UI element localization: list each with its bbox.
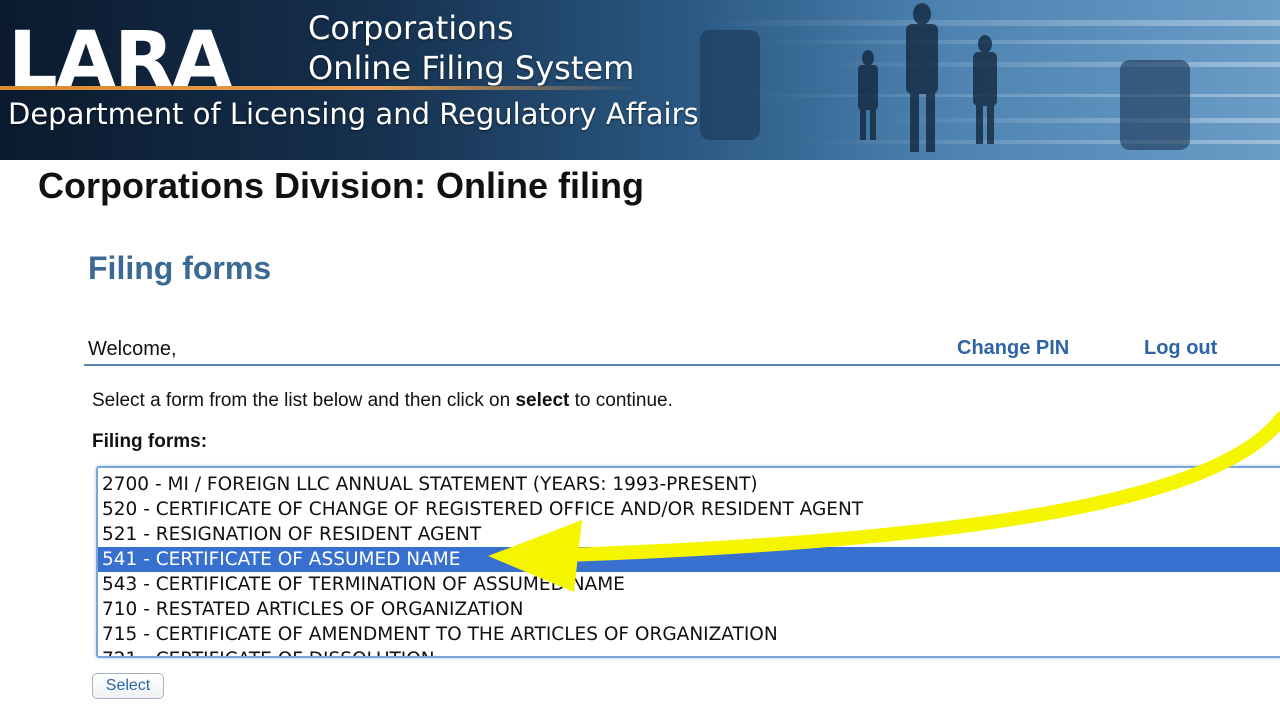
section-title: Filing forms: [88, 250, 272, 286]
select-button[interactable]: Select: [92, 673, 164, 699]
instructions-bold: select: [515, 390, 570, 411]
banner-title-line2: Online Filing System: [308, 49, 635, 87]
listbox-options: 2700 - MI / FOREIGN LLC ANNUAL STATEMENT…: [98, 472, 1280, 656]
form-option[interactable]: 2700 - MI / FOREIGN LLC ANNUAL STATEMENT…: [98, 472, 1280, 497]
welcome-bar: Welcome, Change PIN Log out: [84, 334, 1280, 366]
banner-divider: [0, 86, 640, 90]
filing-forms-label: Filing forms:: [92, 431, 208, 452]
logout-link[interactable]: Log out: [1144, 337, 1217, 360]
change-pin-link[interactable]: Change PIN: [957, 337, 1069, 360]
instructions-before: Select a form from the list below and th…: [92, 390, 516, 411]
instructions-text: Select a form from the list below and th…: [92, 390, 673, 412]
page-title: Corporations Division: Online filing: [38, 165, 645, 206]
form-option[interactable]: 543 - CERTIFICATE OF TERMINATION OF ASSU…: [98, 572, 1280, 597]
page: LARA Corporations Online Filing System D…: [0, 0, 1280, 720]
banner-subtitle: Department of Licensing and Regulatory A…: [8, 97, 699, 131]
banner-title-line1: Corporations: [308, 9, 514, 47]
welcome-text: Welcome,: [88, 338, 177, 360]
form-option[interactable]: 715 - CERTIFICATE OF AMENDMENT TO THE AR…: [98, 622, 1280, 647]
header-banner: LARA Corporations Online Filing System D…: [0, 0, 1280, 160]
instructions-after: to continue.: [569, 390, 673, 411]
form-option[interactable]: 520 - CERTIFICATE OF CHANGE OF REGISTERE…: [98, 497, 1280, 522]
form-option[interactable]: 521 - RESIGNATION OF RESIDENT AGENT: [98, 522, 1280, 547]
form-option[interactable]: 710 - RESTATED ARTICLES OF ORGANIZATION: [98, 597, 1280, 622]
filing-forms-listbox[interactable]: 2700 - MI / FOREIGN LLC ANNUAL STATEMENT…: [96, 466, 1280, 658]
form-option[interactable]: 721 - CERTIFICATE OF DISSOLUTION: [98, 647, 1280, 656]
form-option-selected[interactable]: 541 - CERTIFICATE OF ASSUMED NAME: [98, 547, 1280, 572]
